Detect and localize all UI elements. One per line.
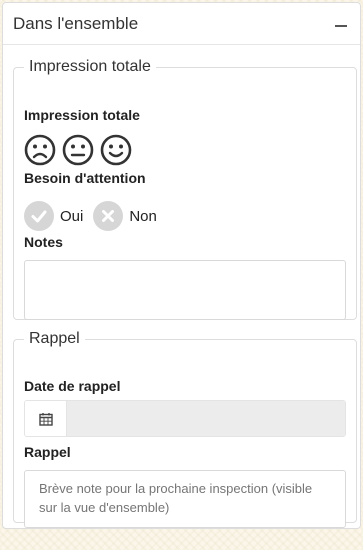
impression-rating-label: Impression totale [24, 107, 140, 123]
calendar-icon[interactable] [25, 401, 67, 436]
attention-option-oui[interactable]: Oui [24, 201, 83, 231]
notes-field[interactable] [24, 260, 346, 320]
rappel-fieldset: Rappel Date de rappel Rappel [13, 330, 357, 528]
minus-icon[interactable] [334, 17, 348, 31]
rappel-note-label: Rappel [24, 444, 71, 460]
impression-legend: Impression totale [29, 58, 151, 75]
reminder-note-field[interactable] [24, 470, 346, 528]
date-de-rappel-label: Date de rappel [24, 378, 121, 394]
impression-fieldset: Impression totale Impression totale Beso… [13, 58, 357, 320]
attention-option-non-label: Non [129, 207, 157, 225]
sad-face-icon[interactable] [24, 134, 56, 166]
attention-option-oui-label: Oui [60, 207, 84, 225]
reminder-date-input-group [24, 400, 346, 437]
happy-face-icon[interactable] [100, 134, 132, 166]
attention-options: Oui Non [24, 201, 167, 231]
neutral-face-icon[interactable] [62, 134, 94, 166]
panel-title: Dans l'ensemble [13, 13, 139, 33]
rappel-legend: Rappel [29, 330, 80, 347]
attention-option-non[interactable]: Non [93, 201, 157, 231]
x-icon [93, 201, 124, 231]
reminder-date-input[interactable] [67, 401, 345, 436]
check-icon [24, 201, 54, 231]
impression-rating [24, 134, 132, 166]
attention-label: Besoin d'attention [24, 170, 146, 186]
overview-panel: Dans l'ensemble Impression totale Impres… [2, 2, 361, 529]
notes-label: Notes [24, 234, 63, 250]
panel-header: Dans l'ensemble [3, 3, 360, 45]
